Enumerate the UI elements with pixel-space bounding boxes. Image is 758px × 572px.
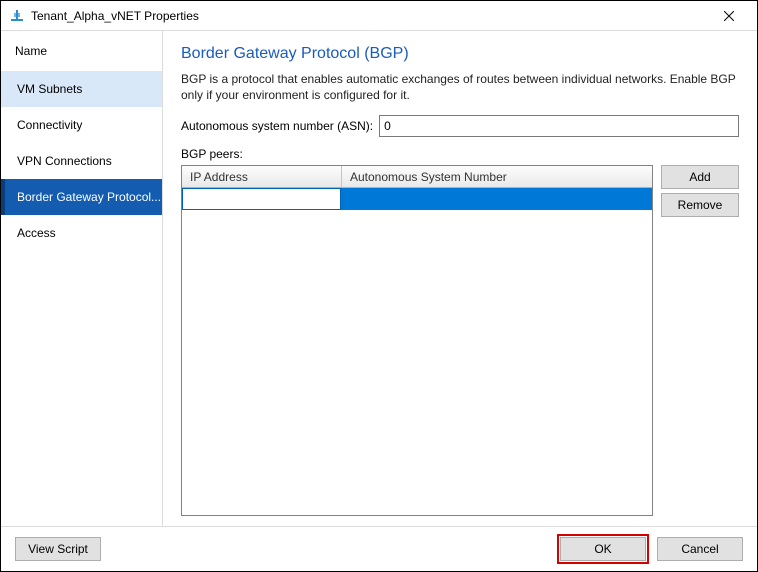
sidebar-item-vpn-connections[interactable]: VPN Connections xyxy=(1,143,162,179)
sidebar-item-vm-subnets[interactable]: VM Subnets xyxy=(1,71,162,107)
close-button[interactable] xyxy=(709,1,749,30)
asn-input[interactable] xyxy=(379,115,739,137)
dialog-footer: View Script OK Cancel xyxy=(1,527,757,571)
sidebar-item-label: VPN Connections xyxy=(17,154,112,168)
view-script-button[interactable]: View Script xyxy=(15,537,101,561)
peer-buttons: Add Remove xyxy=(661,165,739,516)
sidebar-header: Name xyxy=(1,31,162,71)
sidebar-item-label: Border Gateway Protocol... xyxy=(17,190,161,204)
page-description: BGP is a protocol that enables automatic… xyxy=(181,71,739,103)
bgp-peers-label: BGP peers: xyxy=(181,147,739,161)
col-asn[interactable]: Autonomous System Number xyxy=(342,166,652,187)
page-title: Border Gateway Protocol (BGP) xyxy=(181,45,739,63)
ip-cell-editor[interactable] xyxy=(182,188,341,210)
sidebar-item-access[interactable]: Access xyxy=(1,215,162,251)
sidebar-item-label: Connectivity xyxy=(17,118,82,132)
sidebar-item-label: Access xyxy=(17,226,56,240)
window-title: Tenant_Alpha_vNET Properties xyxy=(31,9,709,23)
remove-button[interactable]: Remove xyxy=(661,193,739,217)
asn-label: Autonomous system number (ASN): xyxy=(181,119,373,133)
cancel-button[interactable]: Cancel xyxy=(657,537,743,561)
add-button[interactable]: Add xyxy=(661,165,739,189)
sidebar-item-bgp[interactable]: Border Gateway Protocol... xyxy=(1,179,162,215)
bgp-peers-table: IP Address Autonomous System Number xyxy=(181,165,653,516)
asn-row: Autonomous system number (ASN): xyxy=(181,115,739,137)
sidebar: Name VM Subnets Connectivity VPN Connect… xyxy=(1,31,163,526)
table-body xyxy=(182,188,652,515)
sidebar-item-label: VM Subnets xyxy=(17,82,82,96)
table-header: IP Address Autonomous System Number xyxy=(182,166,652,188)
col-ip-address[interactable]: IP Address xyxy=(182,166,342,187)
main-panel: Border Gateway Protocol (BGP) BGP is a p… xyxy=(163,31,757,526)
table-row[interactable] xyxy=(182,188,652,210)
asn-cell[interactable] xyxy=(342,188,652,210)
dialog-window: Tenant_Alpha_vNET Properties Name VM Sub… xyxy=(0,0,758,572)
titlebar: Tenant_Alpha_vNET Properties xyxy=(1,1,757,31)
ok-highlight: OK xyxy=(557,534,649,564)
sidebar-item-connectivity[interactable]: Connectivity xyxy=(1,107,162,143)
app-icon xyxy=(9,8,25,24)
ok-button[interactable]: OK xyxy=(560,537,646,561)
